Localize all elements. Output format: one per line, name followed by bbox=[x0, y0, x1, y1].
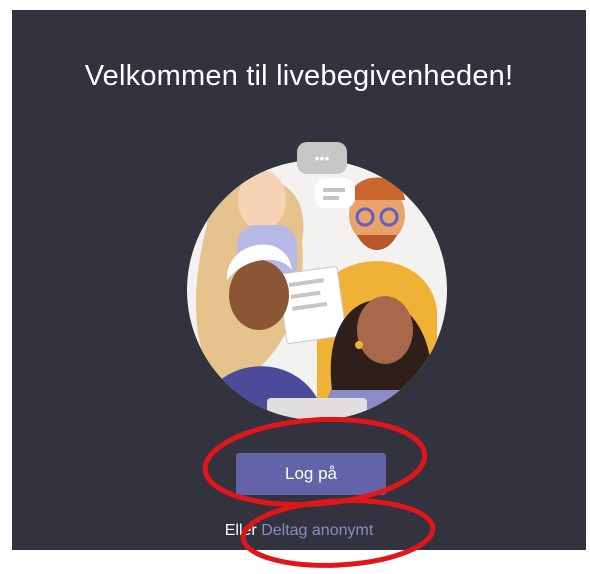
join-anonymously-link[interactable]: Deltag anonymt bbox=[261, 522, 373, 539]
alt-prefix: Eller bbox=[224, 522, 257, 539]
people-group-illustration: ••• bbox=[187, 142, 447, 420]
welcome-title: Velkommen til livebegivenheden! bbox=[84, 60, 514, 92]
welcome-screen: Velkommen til livebegivenheden! ••• Log … bbox=[12, 10, 586, 550]
anonymous-join-line: Eller Deltag anonymt bbox=[12, 522, 586, 540]
speech-bubble-dots: ••• bbox=[315, 150, 330, 166]
signin-button[interactable]: Log på bbox=[236, 453, 386, 495]
